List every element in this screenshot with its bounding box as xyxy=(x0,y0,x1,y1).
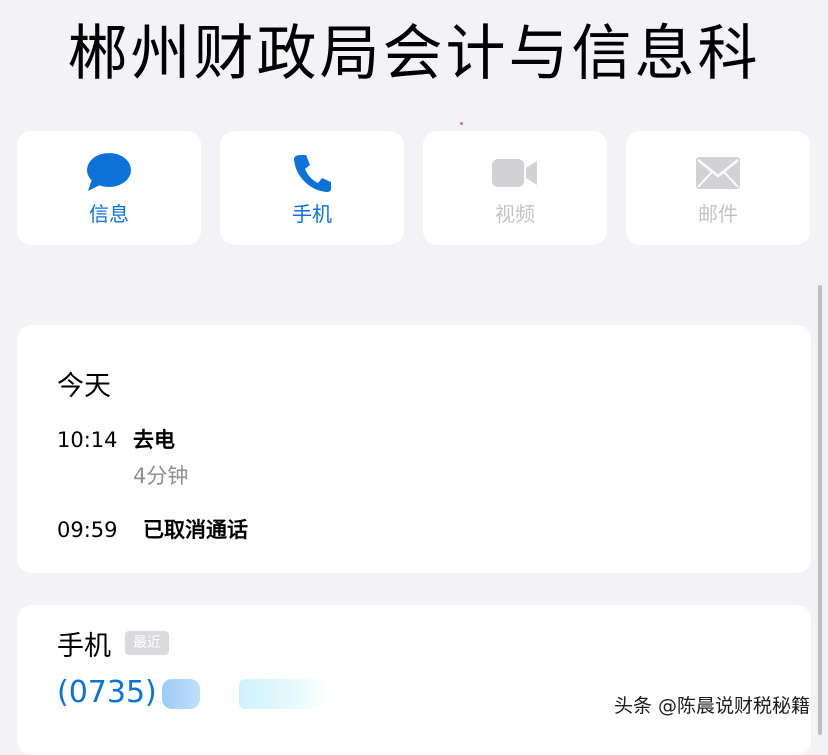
video-button[interactable]: 视频 xyxy=(423,131,607,245)
mail-button[interactable]: 邮件 xyxy=(626,131,810,245)
message-button-label: 信息 xyxy=(89,202,129,226)
redaction-blur xyxy=(239,679,329,709)
redaction-blur xyxy=(162,679,200,709)
watermark: 头条 @陈晨说财税秘籍 xyxy=(613,695,810,717)
call-duration: 4分钟 xyxy=(133,464,189,488)
recent-calls-card: 今天 10:14 去电 4分钟 09:59 已取消通话 xyxy=(17,325,811,573)
call-button-label: 手机 xyxy=(292,202,332,226)
decorative-dot xyxy=(460,122,463,125)
message-button[interactable]: 信息 xyxy=(17,131,201,245)
call-time: 09:59 xyxy=(57,518,118,542)
call-type: 已取消通话 xyxy=(143,518,248,542)
recent-calls-day: 今天 xyxy=(57,371,111,402)
phone-number-card: 手机 最近 (0735) xyxy=(17,605,811,755)
message-bubble-icon xyxy=(17,151,201,195)
action-buttons-row: 信息 手机 视频 邮件 xyxy=(17,131,811,245)
recent-badge: 最近 xyxy=(125,631,169,655)
call-time: 10:14 xyxy=(57,428,118,452)
call-type: 去电 xyxy=(133,428,175,452)
mail-button-label: 邮件 xyxy=(698,202,738,226)
phone-label: 手机 xyxy=(57,631,111,662)
video-camera-icon xyxy=(423,151,607,195)
scrollbar[interactable] xyxy=(818,285,822,735)
video-button-label: 视频 xyxy=(495,202,535,226)
phone-number-link[interactable]: (0735) xyxy=(57,673,157,713)
phone-icon xyxy=(220,151,404,195)
contact-name: 郴州财政局会计与信息科 xyxy=(67,19,761,89)
mail-envelope-icon xyxy=(626,151,810,195)
call-button[interactable]: 手机 xyxy=(220,131,404,245)
